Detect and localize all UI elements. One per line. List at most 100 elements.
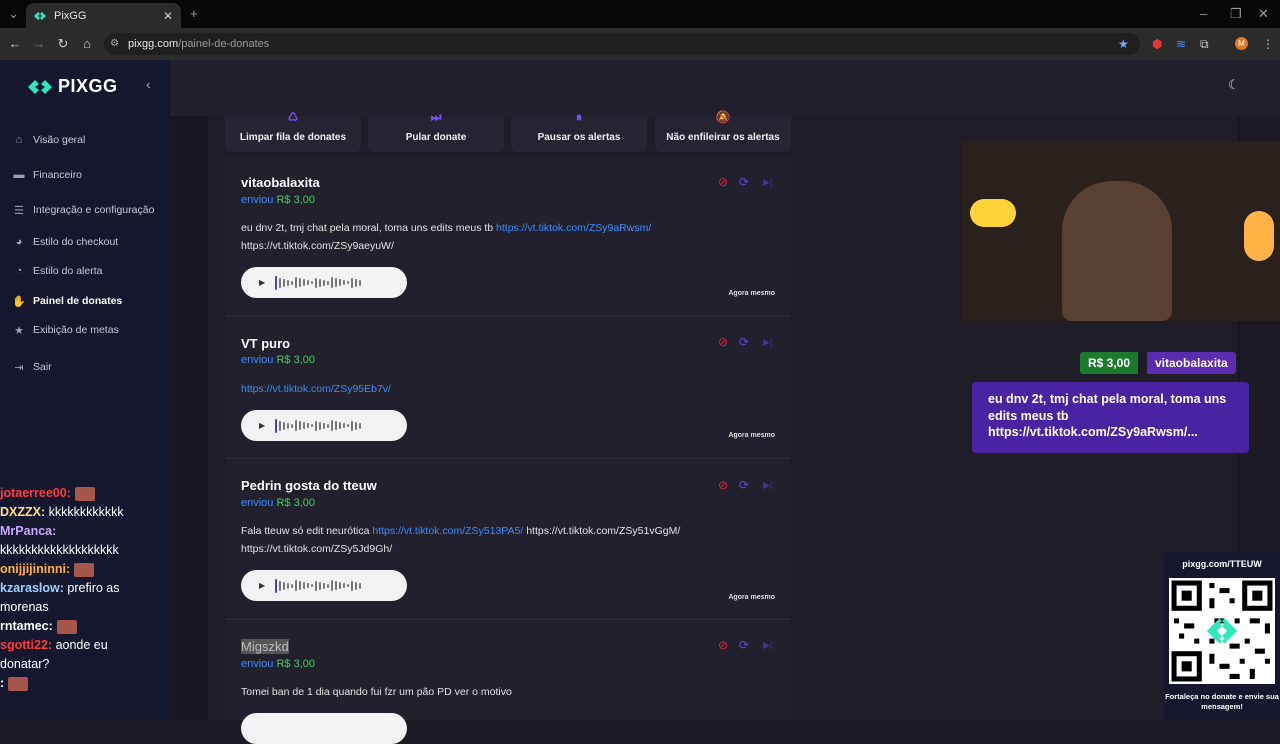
wallet-icon: ▬ — [13, 169, 25, 181]
bookmark-star-icon[interactable]: ★ — [1118, 37, 1129, 51]
ban-icon[interactable]: ⊘ — [718, 175, 728, 189]
audio-player[interactable] — [241, 713, 407, 744]
theme-toggle-icon[interactable]: ☾ — [1228, 77, 1240, 93]
message-link[interactable]: https://vt.tiktok.com/ZSy95Eb7v/ — [241, 383, 391, 395]
sidebar-item-visao-geral[interactable]: ⌂ Visão geral — [12, 133, 86, 147]
replay-icon[interactable]: ⟳ — [739, 175, 749, 189]
pause-icon: ⏸ — [575, 110, 582, 124]
sidebar-item-sair[interactable]: ⇥ Sair — [12, 360, 51, 374]
restore-icon[interactable]: ❐ — [1230, 6, 1242, 22]
window-close-icon[interactable]: ✕ — [1258, 6, 1269, 22]
chat-username[interactable]: rntamec: — [0, 619, 53, 633]
url-bar[interactable]: pixgg.com/painel-de-donates — [104, 33, 1140, 55]
chat-line: morenas — [0, 598, 180, 617]
donate-card: Migszkd enviou R$ 3,00 Tomei ban de 1 di… — [225, 621, 791, 744]
sent-label: enviou — [241, 658, 274, 670]
collapse-sidebar-icon[interactable]: ‹ — [146, 76, 151, 92]
donor-name: Migszkd — [241, 639, 289, 654]
sent-label: enviou — [241, 354, 274, 366]
waveform-bar — [295, 420, 298, 431]
donor-name: VT puro — [241, 336, 291, 351]
waveform-bar — [295, 277, 298, 288]
waveform-bar — [347, 424, 350, 427]
minimize-icon[interactable]: – — [1200, 6, 1207, 21]
waveform-bar — [359, 582, 362, 589]
replay-icon[interactable]: ⟳ — [739, 638, 749, 652]
browser-menu-icon[interactable]: ⋮ — [1262, 37, 1274, 51]
audio-player[interactable]: ▶ — [241, 267, 407, 298]
new-tab-icon[interactable]: + — [190, 6, 198, 21]
extensions-puzzle-icon[interactable]: ⧉ — [1200, 37, 1209, 52]
waveform-bar — [299, 421, 302, 430]
chat-username[interactable]: onijjijininni: — [0, 562, 70, 576]
skip-alert-icon[interactable]: ▶| — [763, 480, 772, 491]
skip-donate-button[interactable]: ⏭ Pular donate — [368, 110, 504, 152]
waveform-bar — [319, 421, 322, 430]
skip-alert-icon[interactable]: ▶| — [763, 640, 772, 651]
site-info-icon[interactable]: ⚙ — [110, 38, 119, 49]
tab-search-icon[interactable]: ⌄ — [8, 6, 19, 22]
chat-username[interactable]: DXZZX: — [0, 505, 45, 519]
sidebar-item-metas[interactable]: ★ Exibição de metas — [12, 323, 119, 337]
chat-message: kkkkkkkkkkkkkkkkkkk — [0, 543, 119, 557]
waveform-bar — [303, 279, 306, 286]
waveform-bar — [291, 583, 294, 588]
forward-icon[interactable]: → — [30, 36, 48, 51]
play-icon[interactable]: ▶ — [259, 278, 265, 287]
profile-avatar[interactable]: M — [1235, 37, 1248, 50]
back-icon[interactable]: ← — [6, 36, 24, 51]
browser-tab[interactable]: PixGG ✕ — [26, 3, 181, 28]
play-icon[interactable]: ▶ — [259, 581, 265, 590]
extension-wave-icon[interactable]: ≋ — [1176, 37, 1186, 51]
no-queue-icon: 🔕 — [715, 110, 731, 124]
chat-line: sgotti22: aonde eu — [0, 636, 180, 655]
no-queue-label: Não enfileirar os alertas — [666, 132, 780, 143]
chat-username[interactable]: : — [0, 676, 4, 690]
chat-username[interactable]: MrPanca: — [0, 524, 56, 538]
reload-icon[interactable]: ↻ — [54, 36, 72, 52]
donate-amount-line: enviou R$ 3,00 — [241, 497, 315, 509]
chat-username[interactable]: kzaraslow: — [0, 581, 64, 595]
waveform-bar — [291, 280, 294, 285]
audio-player[interactable]: ▶ — [241, 410, 407, 441]
home-button-icon[interactable]: ⌂ — [78, 36, 96, 51]
no-queue-button[interactable]: 🔕 Não enfileirar os alertas — [655, 110, 791, 152]
ban-icon[interactable]: ⊘ — [718, 478, 728, 492]
donate-message: https://vt.tiktok.com/ZSy95Eb7v/ — [241, 380, 741, 398]
waveform-bar — [339, 582, 342, 589]
donate-message: Tomei ban de 1 dia quando fui fzr um pão… — [241, 683, 741, 701]
message-link[interactable]: https://vt.tiktok.com/ZSy9aRwsm/ — [496, 222, 651, 234]
waveform — [275, 418, 362, 433]
waveform-bar — [279, 420, 282, 431]
close-tab-icon[interactable]: ✕ — [163, 9, 173, 23]
chat-username[interactable]: jotaerree00: — [0, 486, 71, 500]
waveform-bar — [295, 580, 298, 591]
waveform-bar — [303, 422, 306, 429]
sidebar-item-integracao[interactable]: ☰ Integração e configuração — [12, 203, 154, 217]
chat-username[interactable]: sgotti22: — [0, 638, 52, 652]
skip-alert-icon[interactable]: ▶| — [763, 337, 772, 348]
clear-queue-button[interactable]: ♺ Limpar fila de donates — [225, 110, 361, 152]
ban-icon[interactable]: ⊘ — [718, 335, 728, 349]
chat-emote-icon — [8, 676, 29, 691]
skip-alert-icon[interactable]: ▶| — [763, 177, 772, 188]
replay-icon[interactable]: ⟳ — [739, 335, 749, 349]
ban-icon[interactable]: ⊘ — [718, 638, 728, 652]
sidebar-item-estilo-checkout[interactable]: ◕ Estilo do checkout — [12, 235, 119, 249]
waveform-bar — [299, 278, 302, 287]
sidebar-item-estilo-alerta[interactable]: ◔ Estilo do alerta — [12, 264, 103, 278]
waveform-bar — [331, 277, 334, 288]
sidebar-item-painel-donates[interactable]: ✋ Painel de donates — [12, 294, 122, 308]
pause-alerts-button[interactable]: ⏸ Pausar os alertas — [511, 110, 647, 152]
replay-icon[interactable]: ⟳ — [739, 478, 749, 492]
audio-player[interactable]: ▶ — [241, 570, 407, 601]
waveform-bar — [347, 281, 350, 284]
logout-icon: ⇥ — [14, 361, 24, 374]
sidebar-item-financeiro[interactable]: ▬ Financeiro — [12, 168, 83, 182]
chat-line: kkkkkkkkkkkkkkkkkkk — [0, 541, 180, 560]
donor-name: Pedrin gosta do tteuw — [241, 478, 377, 493]
message-link[interactable]: https://vt.tiktok.com/ZSy513PA5/ — [372, 525, 523, 537]
extension-shield-icon[interactable]: ⬢ — [1152, 37, 1162, 51]
play-icon[interactable]: ▶ — [259, 421, 265, 430]
webcam-feed — [962, 141, 1280, 321]
